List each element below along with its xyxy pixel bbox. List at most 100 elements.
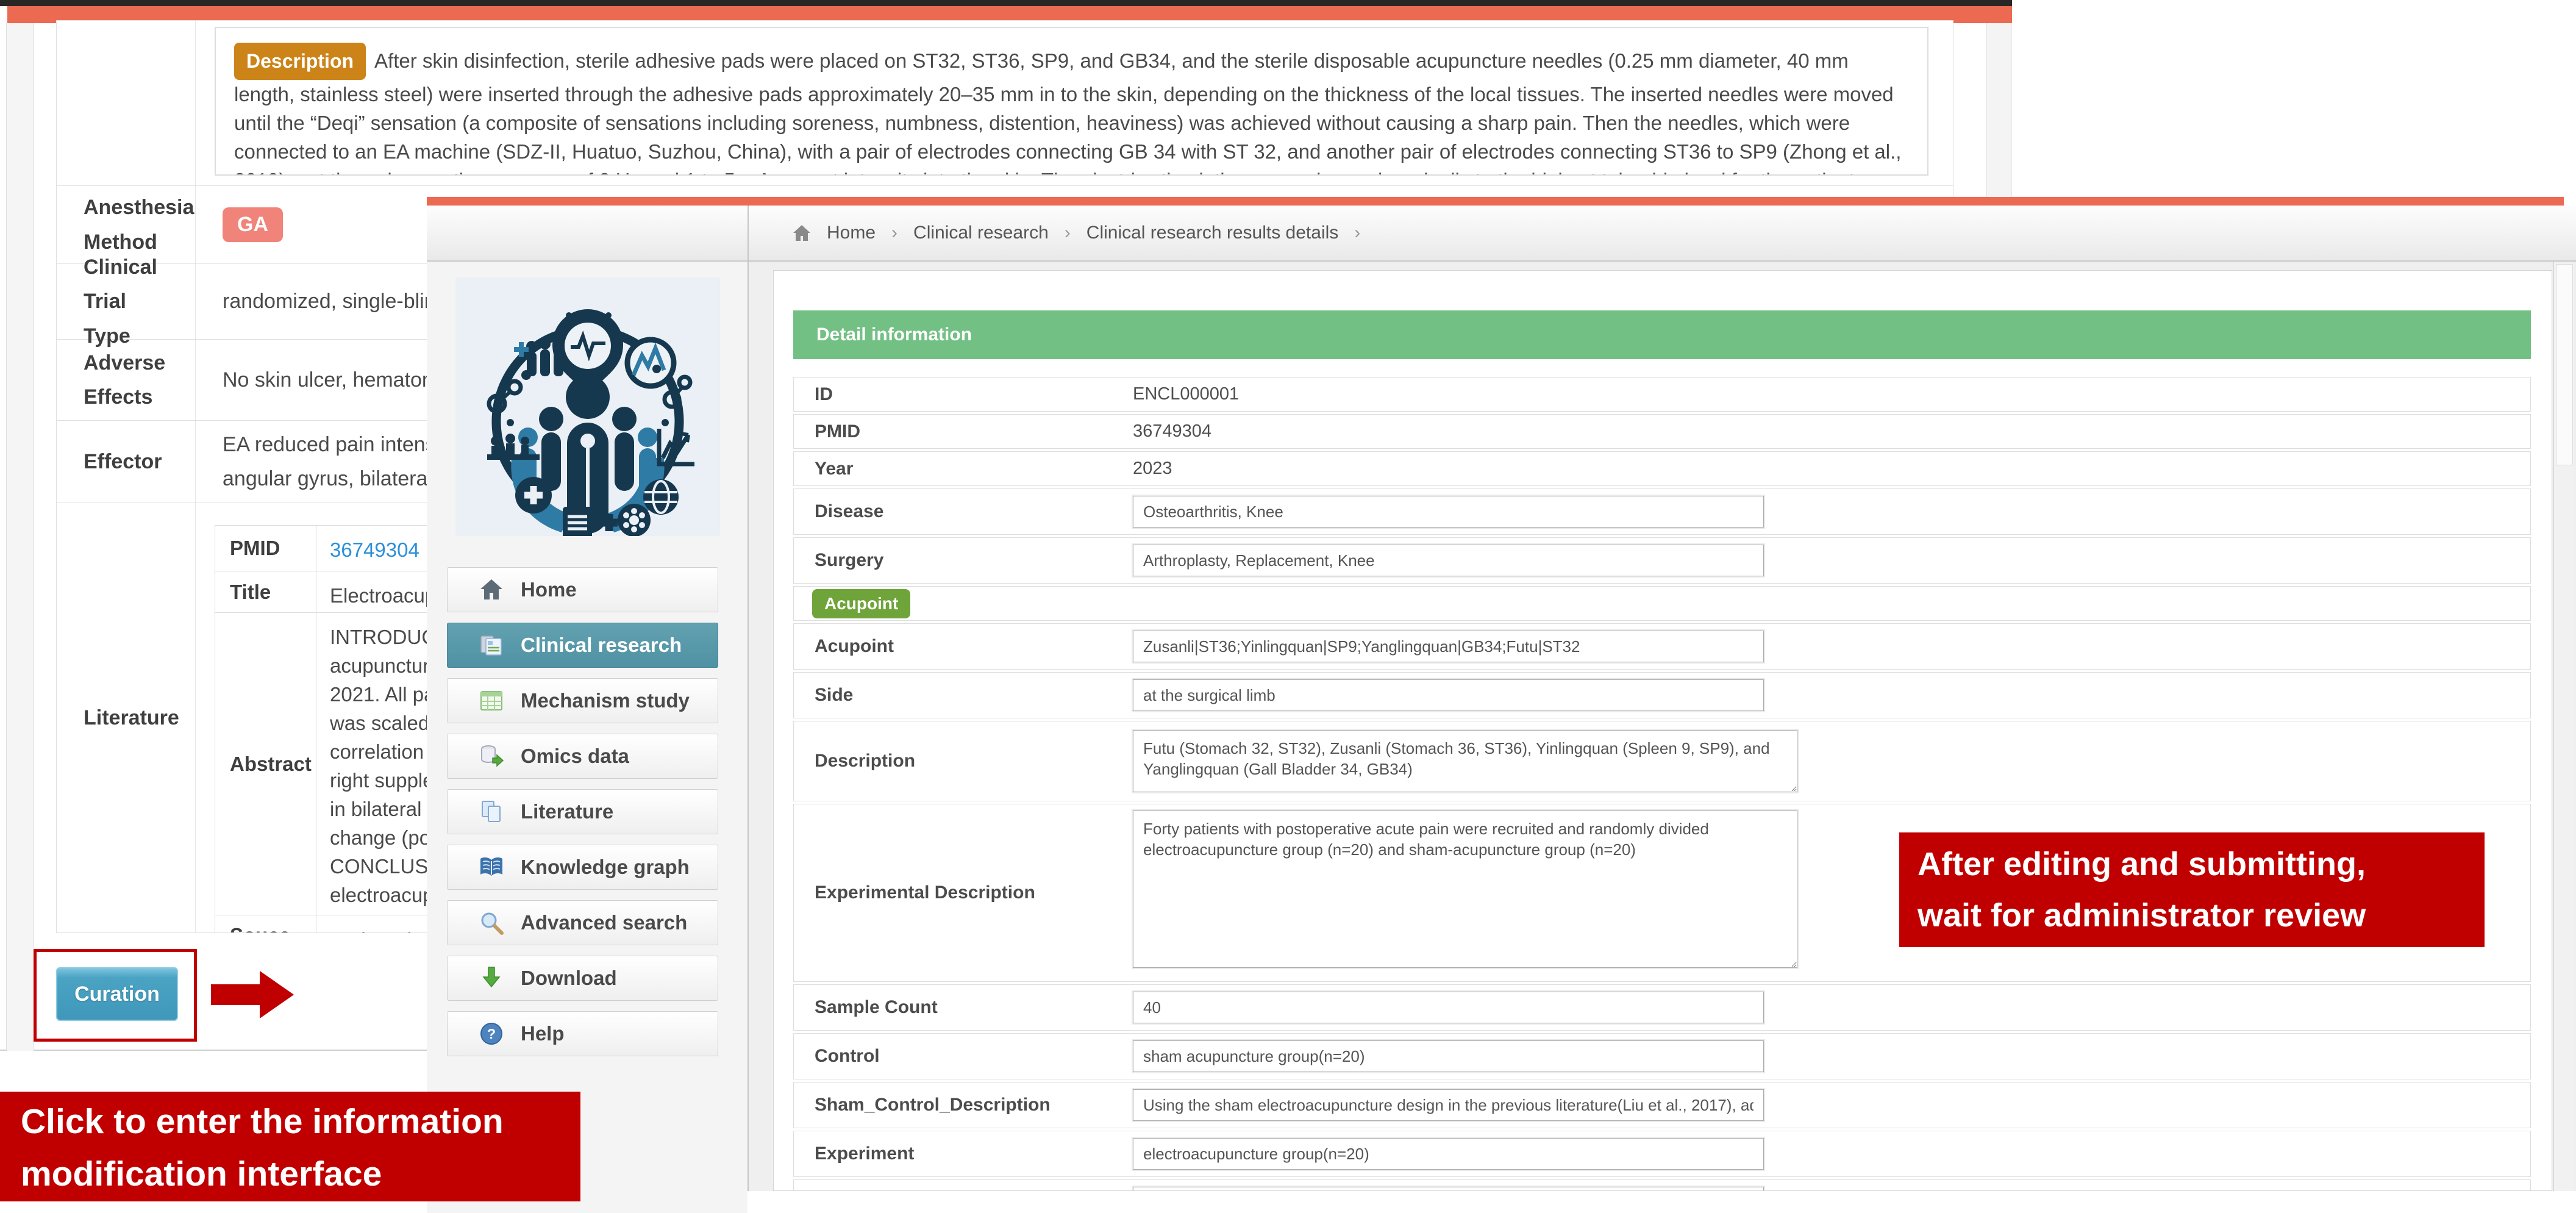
pmid-link[interactable]: 36749304 xyxy=(330,539,419,561)
detail-row-id: ID ENCL000001 xyxy=(793,377,2531,412)
breadcrumb-separator: › xyxy=(1354,223,1360,243)
sidebar-item-label: Literature xyxy=(521,800,613,823)
clinical-research-icon xyxy=(478,632,505,659)
description-badge: Description xyxy=(234,43,366,80)
row-label: Title xyxy=(215,571,316,612)
field-value: 36749304 xyxy=(1133,421,1211,442)
acupoint-section-badge: Acupoint xyxy=(812,589,910,618)
field-label: Acupoint xyxy=(794,636,1133,657)
row-label: Effector xyxy=(57,421,196,503)
experiment-input[interactable] xyxy=(1133,1138,1764,1170)
detail-panel: Detail information ID ENCL000001 PMID 36… xyxy=(773,270,2552,1191)
detail-row-disease: Disease xyxy=(793,488,2531,535)
knowledge-graph-icon xyxy=(478,854,505,881)
divider xyxy=(6,23,7,1051)
breadcrumb-item-details[interactable]: Clinical research results details xyxy=(1086,223,1339,243)
detail-row-year: Year 2023 xyxy=(793,451,2531,486)
field-label: ID xyxy=(794,384,1133,405)
row-label: Souce xyxy=(215,915,316,932)
screenshot-stage: DescriptionAfter skin disinfection, ster… xyxy=(0,0,2576,1213)
row-label-empty xyxy=(57,21,196,185)
field-label: Surgery xyxy=(794,550,1133,571)
experimental-description-textarea[interactable]: Forty patients with postoperative acute … xyxy=(1133,810,1797,968)
sham-control-description-input[interactable] xyxy=(1133,1089,1764,1121)
description-text: DescriptionAfter skin disinfection, ster… xyxy=(234,49,1901,176)
detail-row-experiment: Experiment xyxy=(793,1131,2531,1177)
sidebar-item-label: Advanced search xyxy=(521,911,687,934)
ga-badge: GA xyxy=(223,207,283,242)
background-scrollbar-left[interactable] xyxy=(7,23,34,1051)
description-textarea[interactable]: Futu (Stomach 32, ST32), Zusanli (Stomac… xyxy=(1133,730,1797,792)
literature-icon xyxy=(478,798,505,825)
detail-row-description: Description Futu (Stomach 32, ST32), Zus… xyxy=(793,721,2531,801)
app-window-accent-bar xyxy=(427,197,2564,206)
field-label: Year xyxy=(794,459,1133,479)
field-label: Sample Count xyxy=(794,997,1133,1018)
description-cell: DescriptionAfter skin disinfection, ster… xyxy=(196,21,1953,185)
sidebar-item-literature[interactable]: Literature xyxy=(447,789,718,834)
background-scrollbar-right[interactable] xyxy=(1986,23,2011,197)
home-icon xyxy=(793,224,811,242)
side-input[interactable] xyxy=(1133,679,1764,711)
breadcrumb: Home › Clinical research › Clinical rese… xyxy=(793,223,1360,243)
sidebar-item-home[interactable]: Home xyxy=(447,567,718,612)
detail-row-acupoint-section: Acupoint xyxy=(793,586,2531,621)
row-label: Abstract xyxy=(215,613,316,915)
home-icon xyxy=(478,576,505,603)
background-window-top-edge xyxy=(0,0,2012,6)
field-label: Side xyxy=(794,685,1133,706)
disease-input[interactable] xyxy=(1133,496,1764,528)
detail-row-sham-control-description: Sham_Control_Description xyxy=(793,1082,2531,1128)
app-window: Home › Clinical research › Clinical rese… xyxy=(427,197,2576,1213)
row-label: Adverse Effects xyxy=(57,340,196,420)
sidebar-item-download[interactable]: Download xyxy=(447,956,718,1001)
sidebar-item-label: Knowledge graph xyxy=(521,856,690,879)
detail-panel-header: Detail information xyxy=(793,310,2531,359)
sidebar-item-help[interactable]: ? Help xyxy=(447,1011,718,1056)
detail-row-pmid: PMID 36749304 xyxy=(793,414,2531,449)
description-paragraph: After skin disinfection, sterile adhesiv… xyxy=(234,49,1901,176)
sample-count-input[interactable] xyxy=(1133,992,1764,1023)
partial-row-input[interactable] xyxy=(1133,1187,1764,1191)
detail-row-sample-count: Sample Count xyxy=(793,984,2531,1031)
advanced-search-icon xyxy=(478,909,505,936)
app-scrollbar-thumb[interactable] xyxy=(2556,264,2573,465)
download-icon xyxy=(478,965,505,992)
surgery-input[interactable] xyxy=(1133,545,1764,576)
field-value: ENCL000001 xyxy=(1133,384,1239,404)
field-label: PMID xyxy=(794,421,1133,442)
svg-text:?: ? xyxy=(487,1026,496,1042)
sidebar-item-omics-data[interactable]: Omics data xyxy=(447,734,718,779)
field-label: Control xyxy=(794,1046,1133,1067)
field-label: Description xyxy=(794,751,1133,771)
breadcrumb-item-clinical-research[interactable]: Clinical research xyxy=(913,223,1049,243)
curation-button[interactable]: Curation xyxy=(56,967,178,1021)
sidebar-item-label: Download xyxy=(521,967,617,990)
field-label: Sham_Control_Description xyxy=(794,1095,1133,1115)
control-input[interactable] xyxy=(1133,1040,1764,1072)
detail-row-surgery: Surgery xyxy=(793,537,2531,584)
sidebar-item-advanced-search[interactable]: Advanced search xyxy=(447,900,718,945)
sidebar-item-label: Help xyxy=(521,1022,565,1045)
detail-row-side: Side xyxy=(793,672,2531,718)
sidebar-item-label: Clinical research xyxy=(521,634,682,657)
breadcrumb-item-home[interactable]: Home xyxy=(827,223,876,243)
detail-row-acupoint: Acupoint xyxy=(793,623,2531,670)
mechanism-study-icon xyxy=(478,687,505,714)
omics-data-icon xyxy=(478,743,505,770)
sidebar-item-label: Mechanism study xyxy=(521,689,690,712)
sidebar-item-clinical-research[interactable]: Clinical research xyxy=(447,623,718,668)
annotation-review-note: After editing and submitting, wait for a… xyxy=(1899,832,2485,947)
table-row-description: DescriptionAfter skin disinfection, ster… xyxy=(57,21,1953,185)
acupoint-input[interactable] xyxy=(1133,631,1764,662)
detail-row-control: Control xyxy=(793,1033,2531,1079)
detail-row-partial xyxy=(793,1179,2531,1191)
sidebar-item-label: Home xyxy=(521,578,577,601)
field-label: Experimental Description xyxy=(794,882,1133,903)
sidebar-item-label: Omics data xyxy=(521,745,629,768)
field-value: 2023 xyxy=(1133,459,1172,479)
annotation-curation-note: Click to enter the information modificat… xyxy=(0,1092,580,1201)
sidebar-item-knowledge-graph[interactable]: Knowledge graph xyxy=(447,845,718,890)
sidebar-item-mechanism-study[interactable]: Mechanism study xyxy=(447,678,718,723)
database-logo xyxy=(455,277,720,536)
